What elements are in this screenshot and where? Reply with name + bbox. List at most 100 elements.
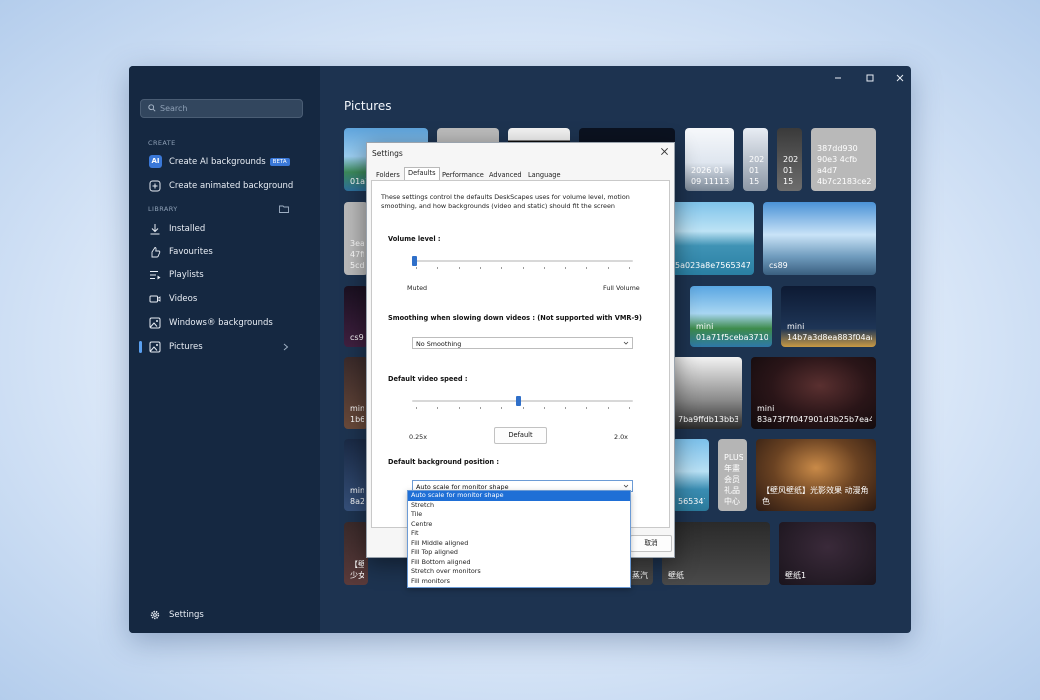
slider-tick [543,267,545,269]
thumbnail[interactable]: 2026 01 09 111133 [685,128,734,191]
position-dropdown-list[interactable]: Auto scale for monitor shape Stretch Til… [407,490,631,588]
dropdown-option[interactable]: Fill Top aligned [408,548,630,558]
speed-slider-thumb[interactable] [515,396,521,406]
thumbnail[interactable]: mini 83a73f7f047901d3b25b7ea48 [751,357,876,429]
volume-slider[interactable] [412,255,633,271]
thumbnail[interactable]: 【壁风壁纸】光影效果 动漫角 色 [756,439,876,511]
search-box[interactable] [140,99,303,118]
cancel-button[interactable]: 取消 [630,535,672,552]
sidebar-item-create-animated[interactable]: Create animated background [140,176,305,196]
description-text: These settings control the defaults Desk… [381,193,630,210]
thumbnail[interactable]: mini 01a71f5ceba371082 [690,286,772,347]
slider-tick [607,407,609,409]
slider-tick [501,267,503,269]
thumbnail[interactable]: cs89 [763,202,876,275]
thumbnail[interactable]: mini 14b7a3d8ea883f04aa5 [781,286,876,347]
smoothing-select[interactable]: No Smoothing [412,337,633,349]
dropdown-option[interactable]: Fill monitors [408,577,630,587]
slider-tick [629,407,630,409]
sidebar-item-favourites[interactable]: Favourites [140,242,305,262]
thumbnail[interactable]: 387dd930 90e3 4cfb a4d7 4b7c2183ce2b [811,128,876,191]
slider-tick [522,407,524,409]
thumbnail[interactable]: PLUS 年畫 会员 礼品 中心 [718,439,747,511]
thumbnail[interactable]: 7ba9ffdb13bb31c [672,357,742,429]
sidebar-item-label: Videos [169,294,198,304]
gear-icon [150,610,160,620]
close-icon[interactable] [660,147,669,156]
defaults-panel: These settings control the defaults Desk… [371,180,670,528]
search-icon [148,104,156,112]
sidebar-item-playlists[interactable]: Playlists [140,265,305,285]
thumbnail[interactable]: 5653474 [672,439,709,511]
volume-max-label: Full Volume [603,284,640,292]
thumbnail[interactable]: 壁纸1 [779,522,876,585]
slider-tick [437,407,439,409]
library-section-header: LIBRARY [148,205,178,213]
download-icon [150,224,160,235]
dropdown-option[interactable]: Fit [408,529,630,539]
slider-tick [458,407,460,409]
sidebar-item-label: Playlists [169,270,204,280]
thumbnail[interactable]: 【壁风壁纸】动漫 少女 双角色 [344,522,368,585]
chevron-down-icon [623,341,629,345]
position-label: Default background position : [388,458,500,466]
image-icon [149,341,161,353]
smoothing-value: No Smoothing [416,340,462,348]
settings-button[interactable]: Settings [140,605,305,625]
thumbnail[interactable]: 3eae 47ff 5cdc [344,202,368,275]
dropdown-option[interactable]: Stretch [408,501,630,511]
sidebar-item-label: Create animated background [169,181,294,191]
dropdown-option[interactable]: Tile [408,510,630,520]
thumbnail[interactable]: 202 01 15 [777,128,802,191]
sidebar-item-create-ai[interactable]: AI Create AI backgrounds BETA [140,152,305,172]
folder-icon[interactable] [279,205,289,213]
speed-slider[interactable] [412,395,633,411]
plus-square-icon [149,180,161,192]
video-icon [149,295,161,303]
sidebar-item-label: Favourites [169,247,213,257]
thumbnail[interactable]: mini 8a21 [344,439,368,511]
dropdown-option[interactable]: Auto scale for monitor shape [408,491,630,501]
search-input[interactable] [160,102,295,115]
tab-defaults[interactable]: Defaults [404,167,440,181]
sidebar-item-videos[interactable]: Videos [140,289,305,309]
dialog-title: Settings [372,149,403,158]
sidebar-item-label: Create AI backgrounds [169,157,266,167]
image-icon [149,317,161,329]
slider-tick [565,267,567,269]
speed-max-label: 2.0x [614,433,628,441]
hand-heart-icon [151,247,161,258]
slider-tick [479,407,481,409]
thumbnail[interactable]: mini 1b6a [344,357,368,429]
sidebar-item-label: Installed [169,224,206,234]
create-section-header: CREATE [148,139,176,147]
thumbnail[interactable]: 壁纸 [662,522,770,585]
sidebar-item-windows-backgrounds[interactable]: Windows® backgrounds [140,313,305,333]
minimize-icon[interactable] [833,73,843,83]
speed-label: Default video speed : [388,375,468,383]
active-indicator [139,341,142,353]
dropdown-option[interactable]: Fill Middle aligned [408,539,630,549]
slider-tick [416,267,417,269]
thumbnail[interactable]: 202 01 15 [743,128,768,191]
default-speed-button[interactable]: Default [494,427,547,444]
sidebar-item-installed[interactable]: Installed [140,219,305,239]
thumbnail[interactable]: cs9 [344,286,368,347]
slider-tick [458,267,460,269]
sidebar-item-label: Windows® backgrounds [169,318,273,328]
dropdown-option[interactable]: Stretch over monitors [408,567,630,577]
dropdown-option[interactable]: Fill Bottom aligned [408,558,630,568]
slider-tick [565,407,567,409]
sidebar-item-label: Pictures [169,342,203,352]
dropdown-option[interactable]: Centre [408,520,630,530]
sidebar-item-pictures[interactable]: Pictures [139,337,305,357]
chevron-down-icon [623,484,629,488]
sidebar: CREATE AI Create AI backgroundsBETA Crea… [129,66,320,633]
close-icon[interactable] [895,73,905,83]
volume-slider-thumb[interactable] [412,256,417,266]
page-title: Pictures [344,99,392,113]
ai-icon: AI [149,155,162,168]
thumbnail[interactable]: 5a023a8e75653474f [669,202,754,275]
maximize-icon[interactable] [865,73,875,83]
settings-label: Settings [169,610,204,620]
